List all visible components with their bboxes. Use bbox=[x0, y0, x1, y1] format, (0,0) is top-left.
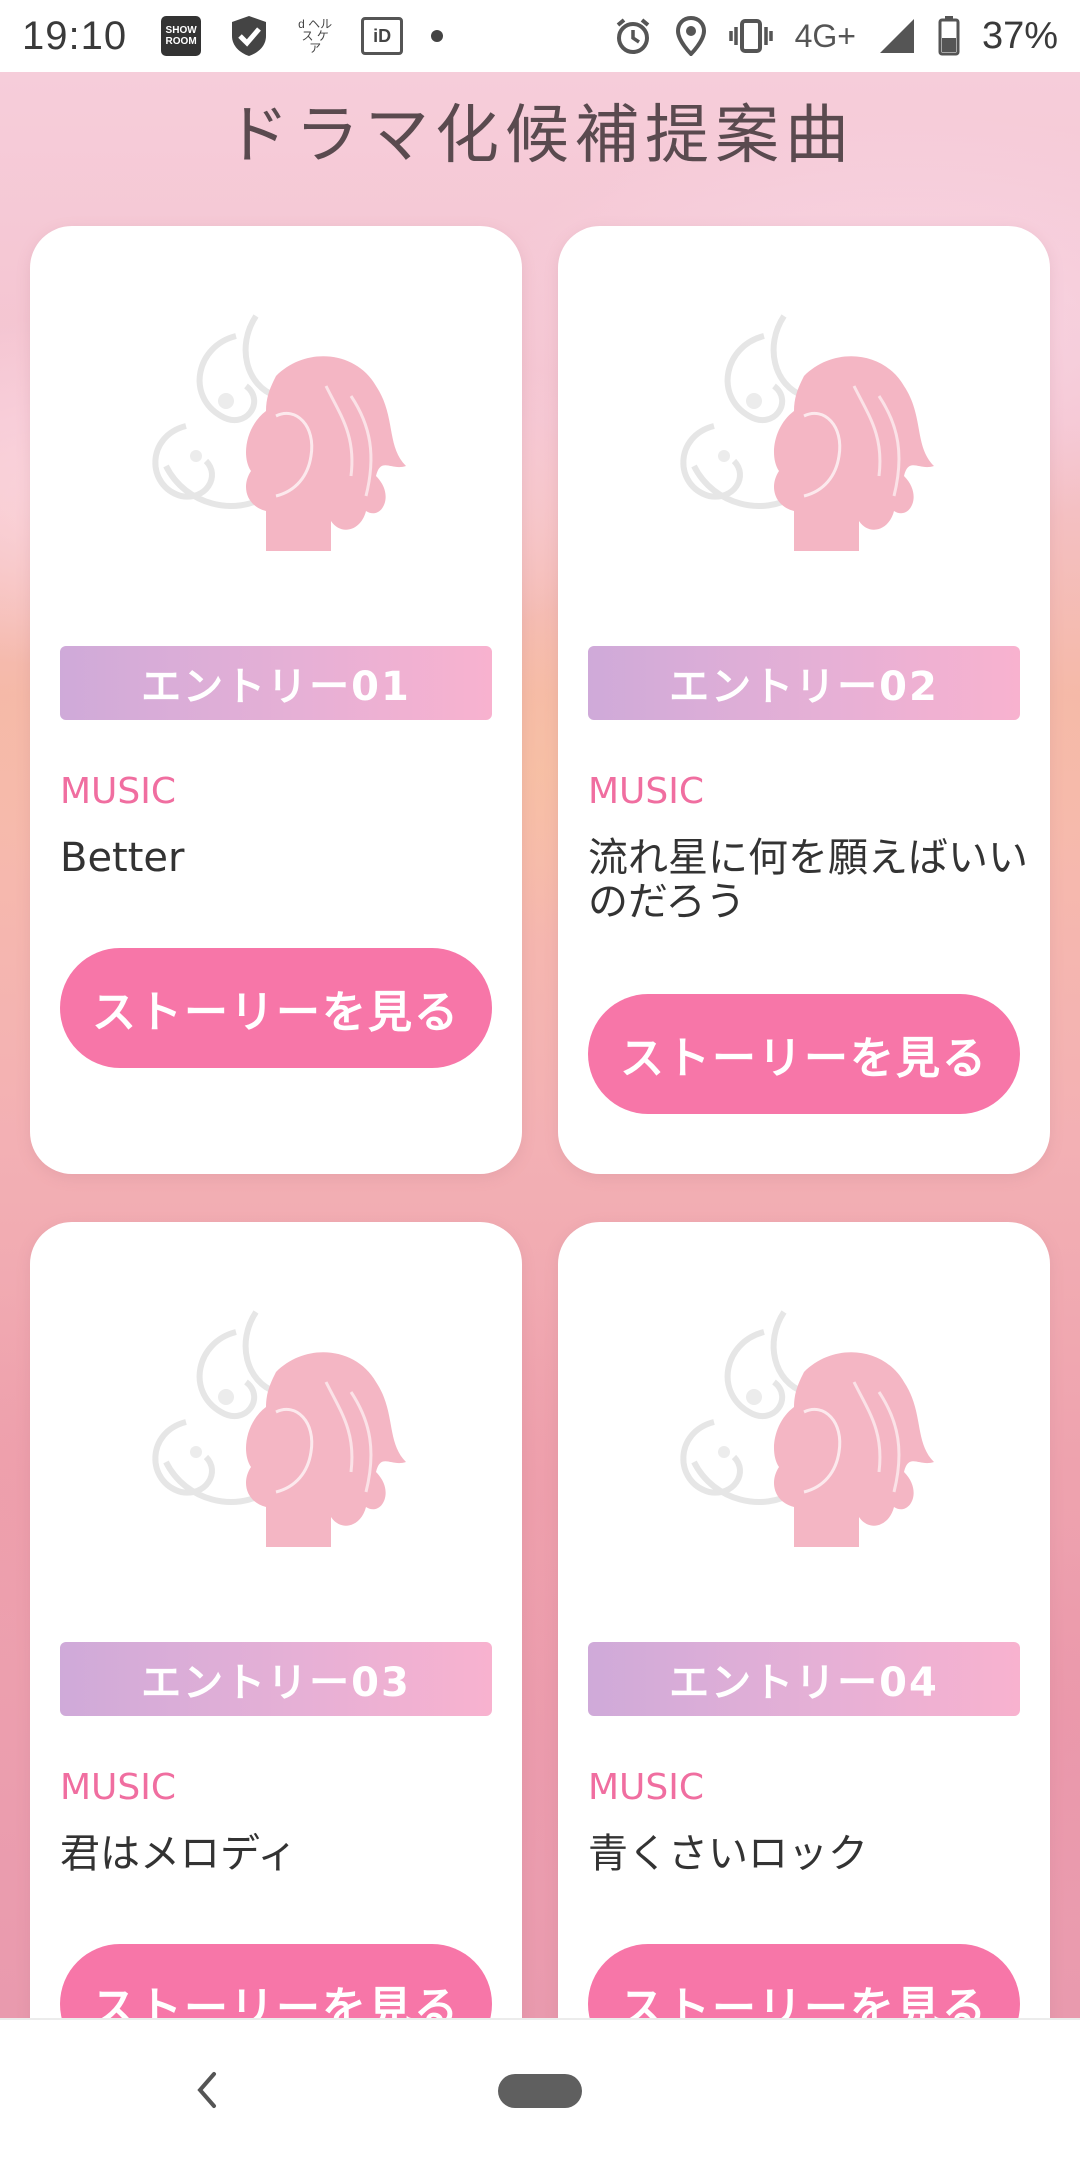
notification-dot-icon bbox=[431, 30, 444, 42]
location-icon bbox=[675, 16, 707, 56]
alarm-icon bbox=[613, 16, 653, 56]
entry-card-01: エントリー01 MUSIC Better ストーリーを見る bbox=[30, 226, 522, 1174]
entry-card-02: エントリー02 MUSIC 流れ星に何を願えばいいのだろう ストーリーを見る bbox=[558, 226, 1050, 1174]
vibrate-icon bbox=[728, 18, 773, 54]
woman-silhouette-icon bbox=[558, 306, 1050, 566]
song-title: Better bbox=[60, 835, 185, 881]
home-pill-icon[interactable] bbox=[498, 2074, 582, 2108]
music-label: MUSIC bbox=[588, 771, 705, 812]
entry-card-03: エントリー03 MUSIC 君はメロディ ストーリーを見る bbox=[30, 1222, 522, 2018]
status-time: 19:10 bbox=[22, 13, 128, 58]
woman-silhouette-icon bbox=[558, 1302, 1050, 1562]
id-icon-text: iD bbox=[361, 17, 404, 55]
shield-check-icon bbox=[229, 14, 269, 58]
woman-silhouette-icon bbox=[30, 306, 522, 566]
showroom-icon-text: SHOW ROOM bbox=[161, 16, 202, 56]
page-background: ドラマ化候補提案曲 エントリー01 MUSIC Better ストーリーを見る bbox=[0, 72, 1080, 2018]
signal-icon bbox=[878, 17, 916, 55]
showroom-icon: SHOW ROOM bbox=[161, 16, 202, 56]
entry-badge: エントリー04 bbox=[588, 1642, 1020, 1716]
navigation-bar bbox=[0, 2018, 1080, 2160]
view-story-button[interactable]: ストーリーを見る bbox=[588, 1944, 1020, 2018]
battery-icon bbox=[938, 16, 960, 56]
music-label: MUSIC bbox=[60, 1767, 177, 1808]
view-story-button[interactable]: ストーリーを見る bbox=[588, 994, 1020, 1114]
entry-badge: エントリー01 bbox=[60, 646, 492, 720]
page-title: ドラマ化候補提案曲 bbox=[225, 99, 855, 173]
network-type-label: 4G+ bbox=[794, 17, 856, 54]
view-story-button[interactable]: ストーリーを見る bbox=[60, 1944, 492, 2018]
back-chevron-icon[interactable] bbox=[190, 2068, 224, 2116]
entry-badge: エントリー03 bbox=[60, 1642, 492, 1716]
song-title: 流れ星に何を願えばいいのだろう bbox=[588, 835, 1028, 925]
music-label: MUSIC bbox=[588, 1767, 705, 1808]
view-story-button[interactable]: ストーリーを見る bbox=[60, 948, 492, 1068]
status-bar: 19:10 SHOW ROOM d ヘルス ケア iD 4G+ 37% bbox=[0, 0, 1080, 72]
song-title: 君はメロディ bbox=[60, 1831, 298, 1877]
dcare-icon: d ヘルス ケア bbox=[298, 17, 333, 55]
id-icon: iD bbox=[361, 17, 404, 55]
woman-silhouette-icon bbox=[30, 1302, 522, 1562]
song-title: 青くさいロック bbox=[588, 1831, 868, 1877]
entry-badge: エントリー02 bbox=[588, 646, 1020, 720]
battery-percent: 37% bbox=[981, 14, 1058, 57]
entry-card-04: エントリー04 MUSIC 青くさいロック ストーリーを見る bbox=[558, 1222, 1050, 2018]
music-label: MUSIC bbox=[60, 771, 177, 812]
